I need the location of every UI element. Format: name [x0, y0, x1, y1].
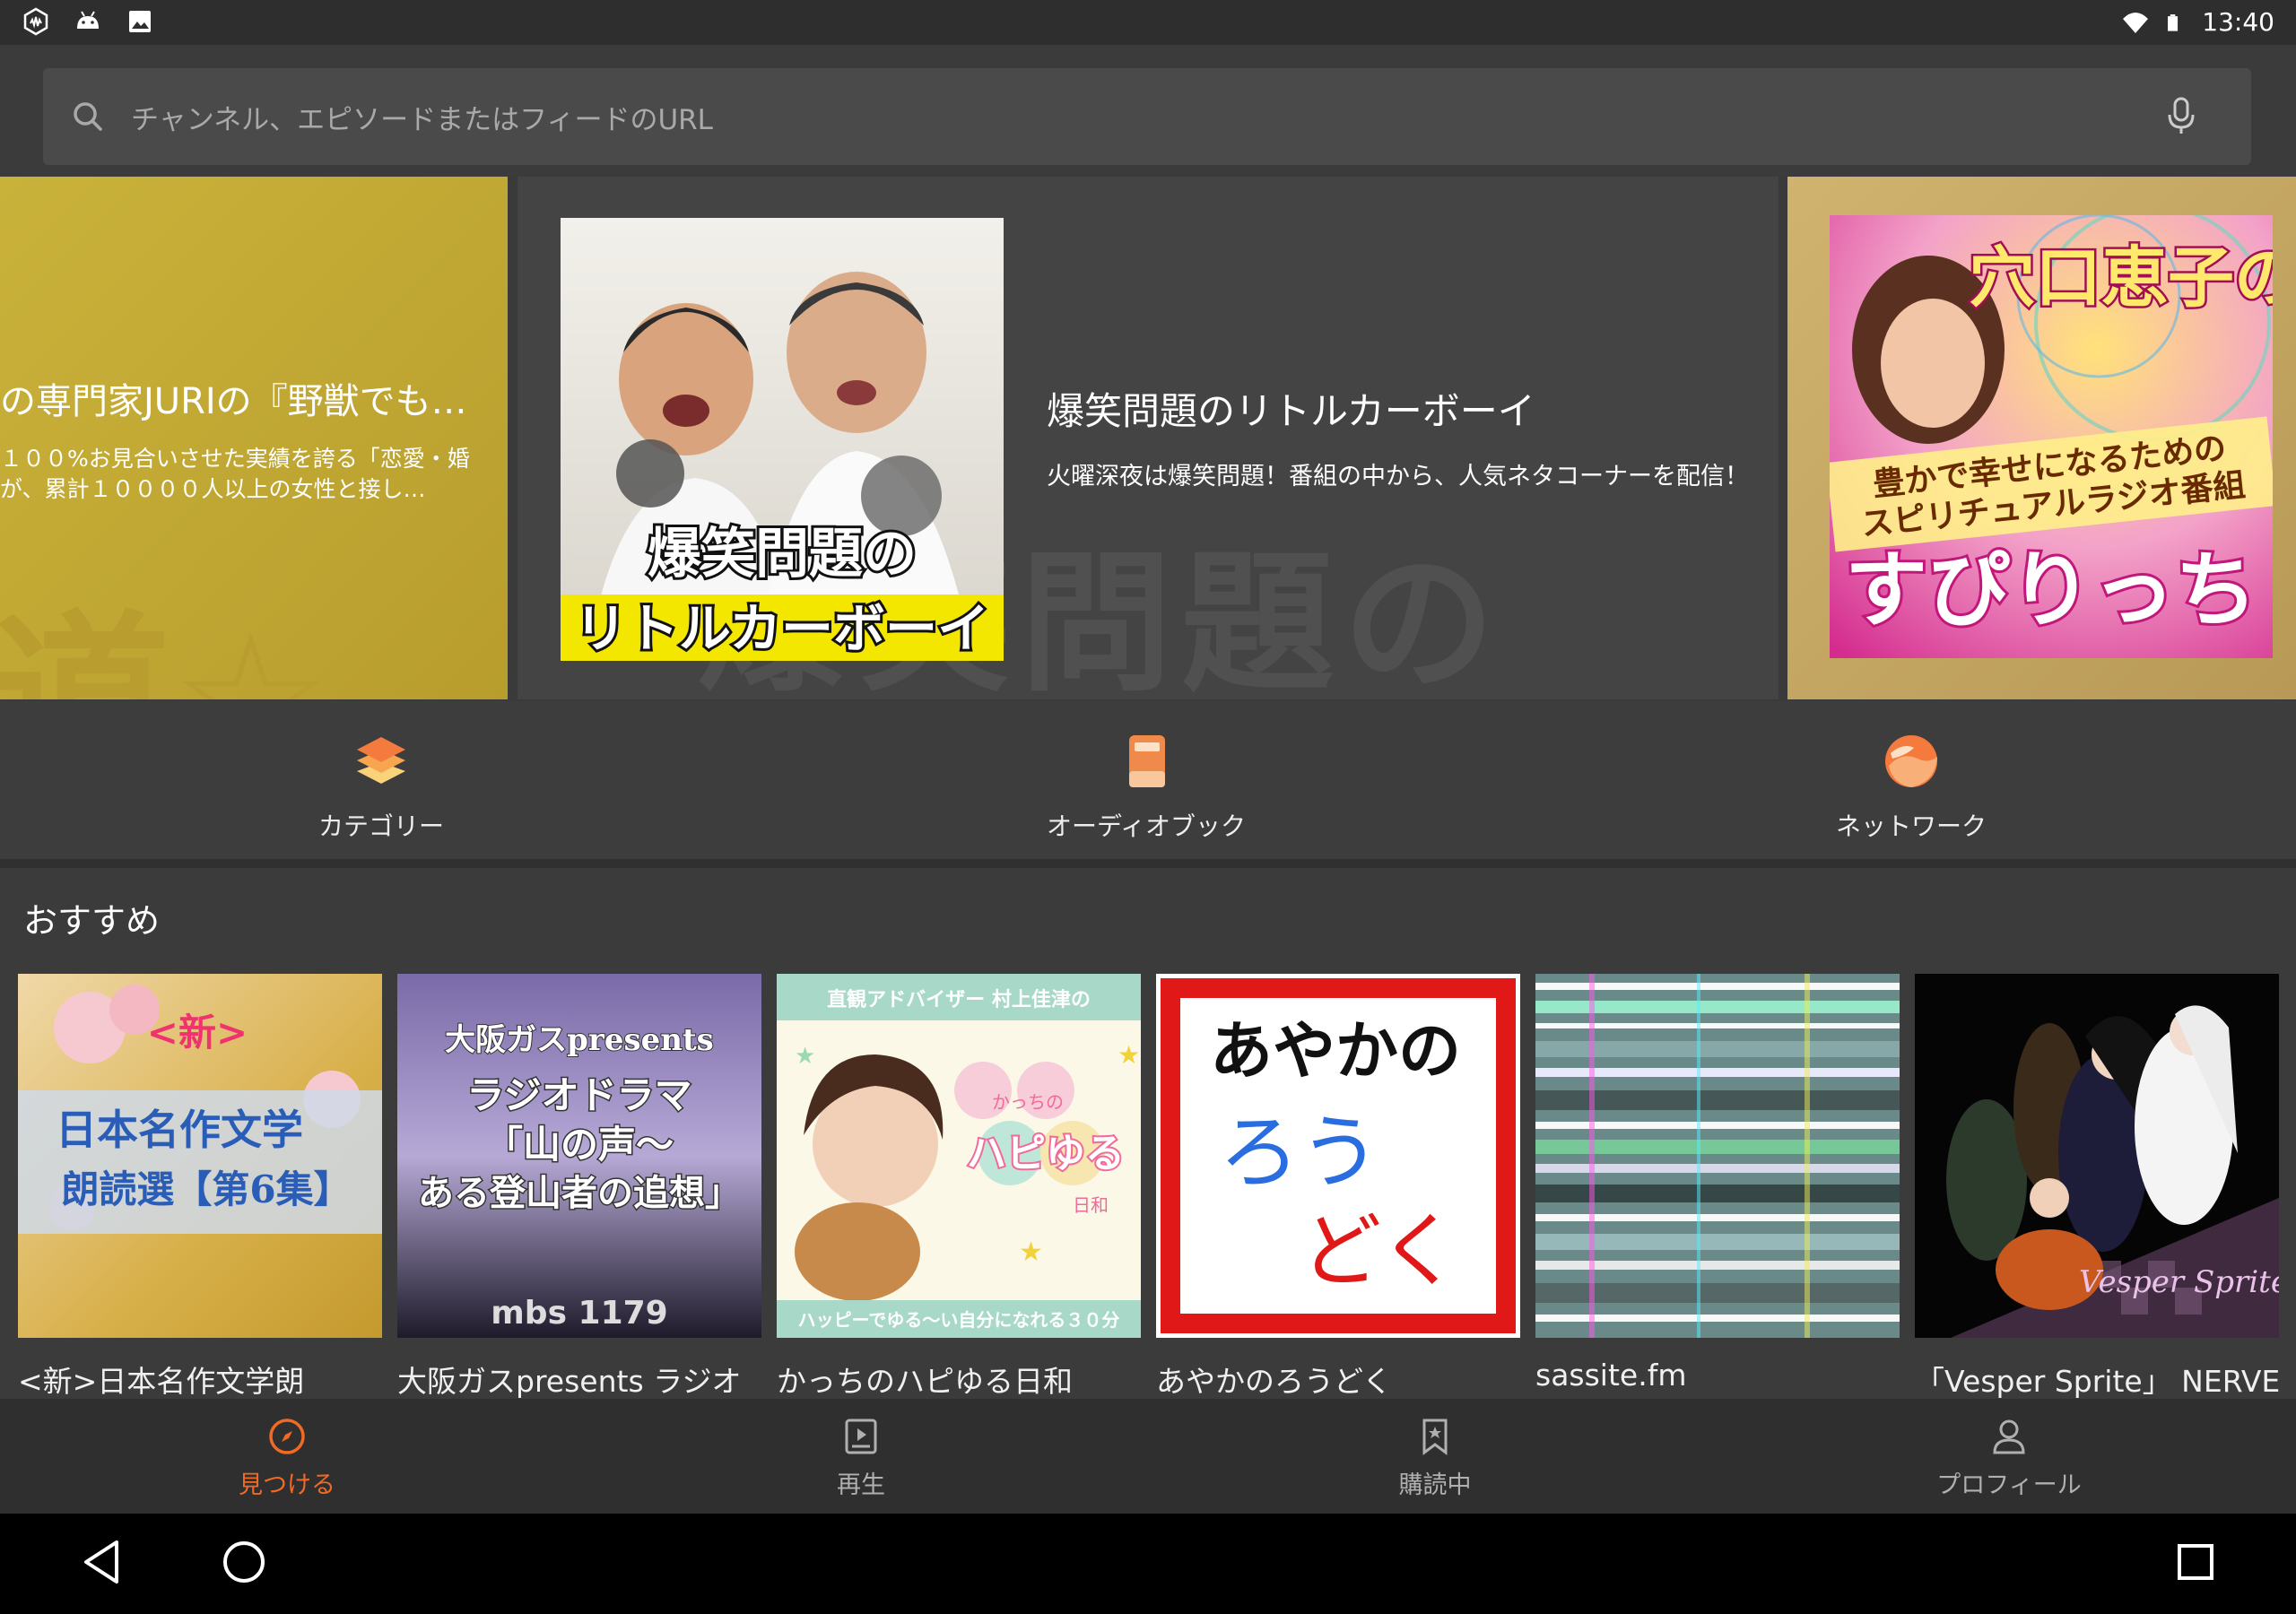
- status-bar: 13:40: [0, 0, 2296, 45]
- svg-text:★: ★: [795, 1043, 815, 1070]
- svg-text:すぴりっち: すぴりっち: [1845, 542, 2257, 638]
- podcast-artwork: 直観アドバイザー 村上佳津の かっちの ハピゆる 日和 ★ ★ ★ ハッピーでゆ…: [777, 974, 1141, 1338]
- podcast-tile[interactable]: 直観アドバイザー 村上佳津の かっちの ハピゆる 日和 ★ ★ ★ ハッピーでゆ…: [777, 974, 1141, 1401]
- podcast-name: あやかのろうどく: [1156, 1364, 1393, 1399]
- svg-text:<新>: <新>: [147, 1011, 248, 1054]
- svg-text:ろう: ろう: [1219, 1106, 1380, 1200]
- bookmark-icon: [1422, 1419, 1448, 1455]
- search-input[interactable]: チャンネル、エピソードまたはフィードのURL: [131, 97, 713, 137]
- microphone-icon[interactable]: [2163, 95, 2199, 136]
- tab-play[interactable]: 再生: [726, 1417, 996, 1500]
- podcast-tile[interactable]: sassite.fm: [1535, 974, 1900, 1393]
- book-icon: [1129, 735, 1165, 787]
- tab-profile[interactable]: プロフィール: [1874, 1417, 2144, 1500]
- wifi-icon: [2123, 12, 2149, 33]
- podcast-artwork: [1535, 974, 1900, 1338]
- podcast-artwork: Vesper Sprite: [1915, 974, 2279, 1338]
- battery-icon: [2168, 13, 2179, 31]
- home-icon[interactable]: [219, 1537, 269, 1587]
- podcast-tile[interactable]: 大阪ガスpresents ラジオドラマ 「山の声〜 ある登山者の追想」 mbs …: [397, 974, 761, 1401]
- podcast-name: sassite.fm: [1535, 1358, 1687, 1393]
- svg-text:Vesper Sprite: Vesper Sprite: [2079, 1264, 2279, 1300]
- svg-text:朗読選【第6集】: 朗読選【第6集】: [61, 1167, 351, 1211]
- tab-subscriptions[interactable]: 購読中: [1300, 1417, 1570, 1500]
- svg-text:ある登山者の追想」: ある登山者の追想」: [418, 1172, 741, 1214]
- category-button[interactable]: カテゴリー: [247, 732, 516, 843]
- back-icon[interactable]: [79, 1537, 126, 1587]
- podcast-tile[interactable]: あやかの ろう どく あやかのろうどく: [1156, 974, 1520, 1401]
- player-icon: [845, 1419, 877, 1454]
- section-divider: [0, 859, 2296, 868]
- svg-text:★: ★: [1019, 1237, 1043, 1268]
- podcast-name: かっちのハピゆる日和: [777, 1364, 1073, 1399]
- featured-description: 火曜深夜は爆笑問題！番組の中から、人気ネタコーナーを配信！: [1047, 463, 1749, 490]
- svg-text:「山の声〜: 「山の声〜: [485, 1123, 674, 1167]
- podcast-artwork: 穴口恵子の 豊かで幸せになるための スピリチュアルラジオ番組 すぴりっち: [1830, 215, 2273, 658]
- svg-text:ハピゆる: ハピゆる: [967, 1131, 1125, 1176]
- banner-decoration-text: 道☆: [0, 553, 331, 699]
- svg-text:日和: 日和: [1073, 1194, 1109, 1216]
- svg-text:爆笑問題の: 爆笑問題の: [648, 523, 917, 586]
- podcast-name: <新>日本名作文学朗: [18, 1364, 305, 1399]
- audiobook-button[interactable]: オーディオブック: [1012, 732, 1281, 843]
- section-title: おすすめ: [23, 901, 161, 941]
- recents-icon[interactable]: [2170, 1537, 2221, 1587]
- featured-title: の専門家JURIの『野獣でも…: [0, 381, 467, 422]
- svg-text:日本名作文学: 日本名作文学: [56, 1106, 303, 1154]
- svg-text:あやかの: あやかの: [1210, 1014, 1461, 1088]
- layers-icon: [357, 737, 405, 784]
- featured-title: 爆笑問題のリトルカーボーイ: [1047, 389, 1535, 433]
- featured-description: １００%お見合いさせた実績を誇る「恋愛・婚 が、累計１００００人以上の女性と接し…: [0, 446, 470, 502]
- featured-card-spiricchi[interactable]: 穴口恵子の 豊かで幸せになるための スピリチュアルラジオ番組 すぴりっち: [1787, 177, 2296, 699]
- podcast-name: 大阪ガスpresents ラジオ: [397, 1364, 742, 1399]
- svg-text:ラジオドラマ: ラジオドラマ: [466, 1073, 691, 1117]
- svg-text:ハッピーでゆる〜い自分になれる３０分: ハッピーでゆる〜い自分になれる３０分: [798, 1309, 1120, 1331]
- podcast-artwork: 爆笑問題の リトルカーボーイ: [561, 218, 1004, 661]
- svg-text:大阪ガスpresents: 大阪ガスpresents: [445, 1022, 714, 1058]
- svg-text:★: ★: [1118, 1040, 1140, 1070]
- svg-text:mbs 1179: mbs 1179: [491, 1295, 667, 1332]
- featured-card-left[interactable]: 道☆ の専門家JURIの『野獣でも… １００%お見合いさせた実績を誇る「恋愛・婚…: [0, 177, 508, 699]
- tab-discover[interactable]: 見つける: [152, 1417, 422, 1500]
- podcast-tile[interactable]: <新> 日本名作文学 朗読選【第6集】 <新>日本名作文学朗: [18, 974, 382, 1401]
- bottom-navigation: 見つける 再生 購読中 プロフィール: [0, 1399, 2296, 1514]
- podcast-artwork: <新> 日本名作文学 朗読選【第6集】: [18, 974, 382, 1338]
- svg-text:穴口恵子の: 穴口恵子の: [1969, 239, 2273, 317]
- quick-nav: カテゴリー オーディオブック ネットワーク: [0, 701, 2296, 859]
- search-icon: [74, 102, 102, 131]
- clock: 13:40: [2202, 7, 2274, 37]
- compass-icon: [269, 1419, 305, 1454]
- recommend-list: <新> 日本名作文学 朗読選【第6集】 <新>日本名作文学朗 大阪ガスprese…: [18, 974, 2279, 1399]
- featured-carousel: 道☆ の専門家JURIの『野獣でも… １００%お見合いさせた実績を誇る「恋愛・婚…: [0, 177, 2296, 699]
- network-button[interactable]: ネットワーク: [1777, 732, 2046, 843]
- search-bar[interactable]: チャンネル、エピソードまたはフィードのURL: [43, 68, 2251, 165]
- network-icon: [1885, 735, 1937, 787]
- person-icon: [1993, 1419, 2025, 1454]
- image-icon: [129, 11, 151, 32]
- podcast-tile[interactable]: Vesper Sprite 「Vesper Sprite」 NERVE: [1915, 974, 2279, 1401]
- svg-text:どく: どく: [1300, 1204, 1459, 1298]
- svg-text:リトルカーボーイ: リトルカーボーイ: [575, 598, 989, 659]
- svg-text:かっちの: かっちの: [992, 1091, 1064, 1113]
- featured-card-bakusho[interactable]: 爆笑問題の 爆笑問題の リトルカーボーイ 爆笑問題のリトルカーボーイ 火曜深夜は…: [517, 177, 1779, 699]
- podcast-name: 「Vesper Sprite」 NERVE: [1915, 1364, 2279, 1399]
- svg-text:直観アドバイザー 村上佳津の: 直観アドバイザー 村上佳津の: [827, 988, 1091, 1011]
- podcast-artwork: 大阪ガスpresents ラジオドラマ 「山の声〜 ある登山者の追想」 mbs …: [397, 974, 761, 1338]
- android-icon: [77, 11, 99, 29]
- system-navigation-bar: [0, 1514, 2296, 1614]
- podcast-artwork: あやかの ろう どく: [1156, 974, 1520, 1338]
- app-notification-icon: [23, 7, 48, 36]
